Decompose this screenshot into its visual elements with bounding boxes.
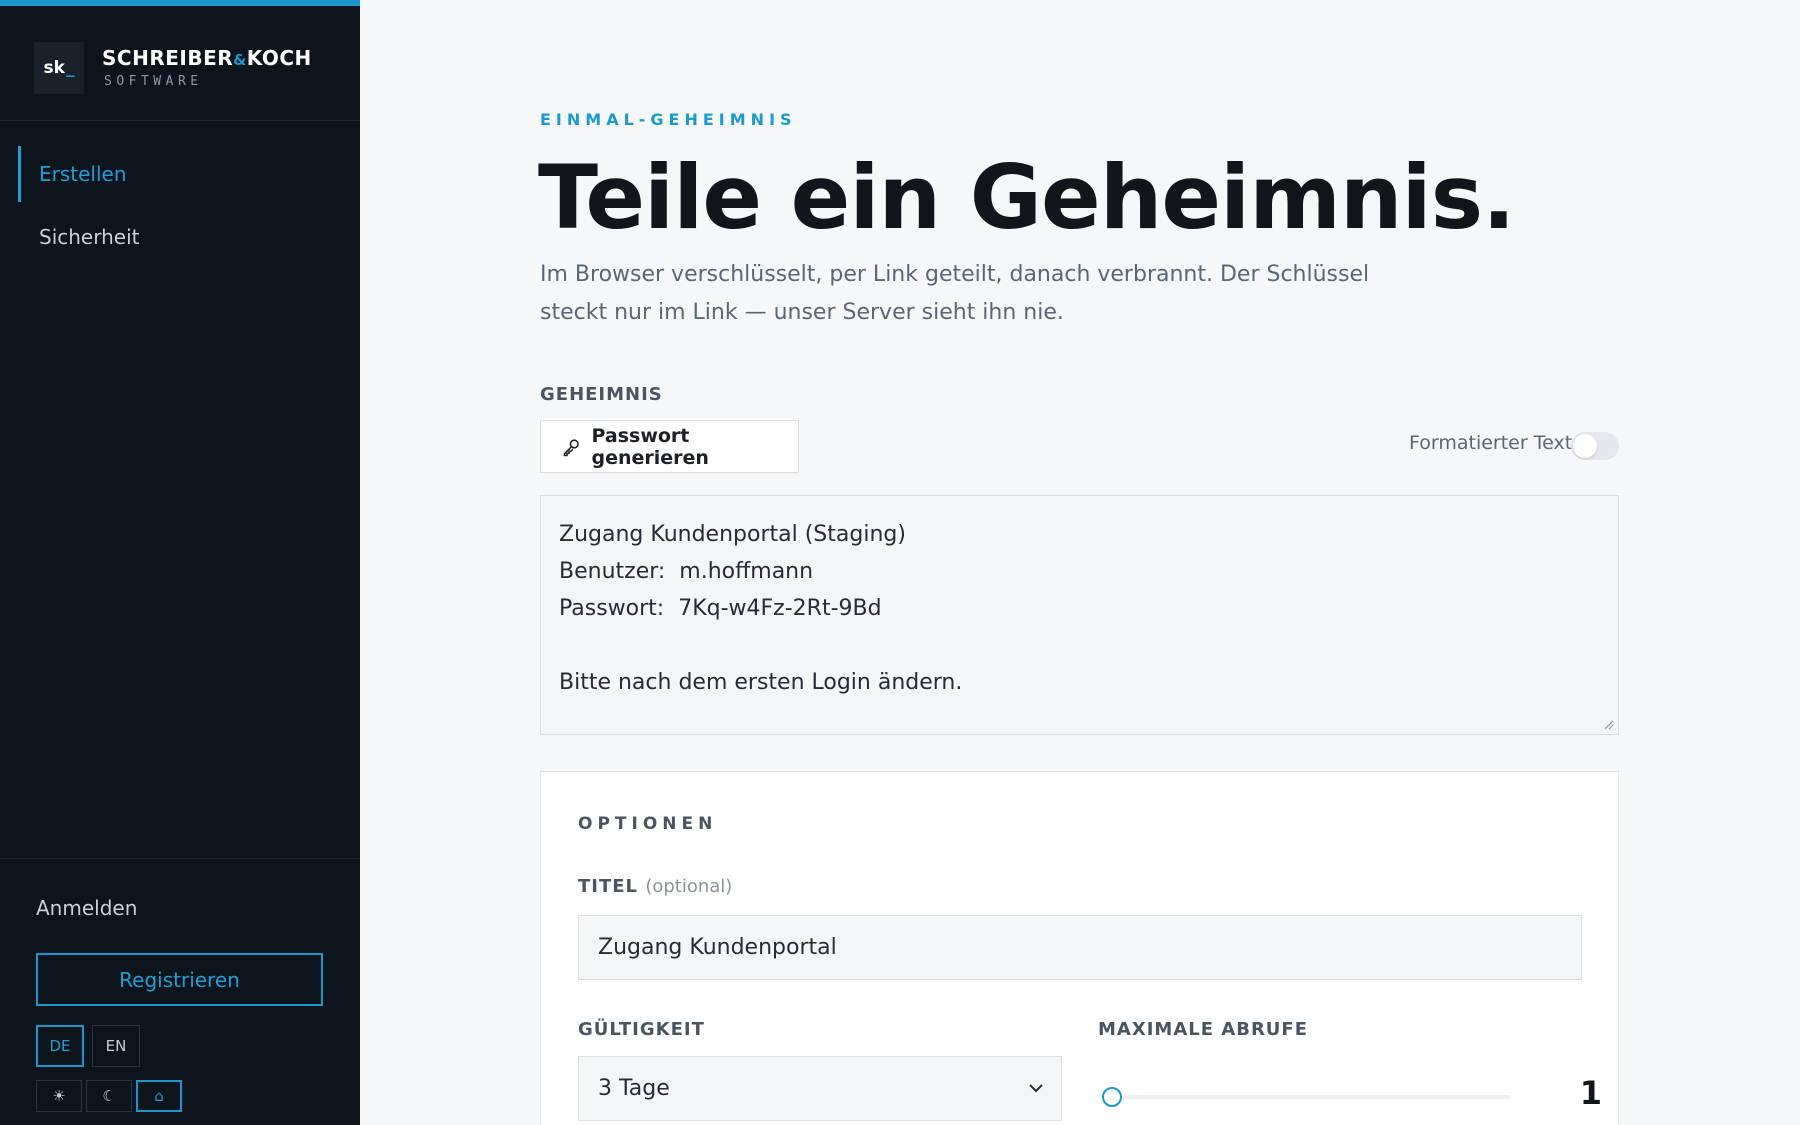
resize-handle-icon[interactable] (1602, 718, 1614, 730)
secret-textarea[interactable]: Zugang Kundenportal (Staging) Benutzer: … (540, 495, 1619, 735)
validity-label: GÜLTIGKEIT (578, 1019, 705, 1040)
formatted-text-toggle[interactable] (1571, 432, 1619, 460)
register-button[interactable]: Registrieren (36, 953, 323, 1006)
toggle-knob (1573, 434, 1597, 458)
eyebrow: EINMAL-GEHEIMNIS (540, 110, 797, 129)
title-field-label: TITEL (optional) (578, 876, 733, 897)
options-panel: OPTIONEN TITEL (optional) Zugang Kundenp… (540, 771, 1619, 1125)
max-views-slider[interactable] (1102, 1087, 1510, 1107)
secret-line: Zugang Kundenportal (Staging) (559, 522, 906, 547)
brand-subtitle: SOFTWARE (104, 74, 203, 89)
login-link[interactable]: Anmelden (36, 896, 137, 920)
secret-line (559, 627, 1600, 664)
sidebar-divider (0, 120, 360, 121)
page-title: Teile ein Geheimnis. (538, 146, 1516, 249)
validity-value: 3 Tage (598, 1076, 670, 1101)
language-en-button[interactable]: EN (92, 1025, 140, 1067)
generate-password-button[interactable]: Passwort generieren (540, 420, 799, 473)
secret-line: Bitte nach dem ersten Login ändern. (559, 670, 963, 695)
sidebar-divider (0, 858, 360, 859)
max-views-value: 1 (1579, 1074, 1602, 1112)
chevron-down-icon (1029, 1084, 1043, 1093)
secret-label: GEHEIMNIS (540, 384, 663, 405)
nav-item-erstellen[interactable]: Erstellen (18, 146, 338, 202)
formatted-text-label: Formatierter Text (1409, 432, 1573, 454)
brand-mark: sk _ (34, 42, 84, 94)
page-description: Im Browser verschlüsselt, per Link getei… (540, 262, 1370, 325)
sidebar: sk _ SCHREIBER&KOCH SOFTWARE Erstellen Si… (0, 0, 360, 1125)
secret-line: Passwort: 7Kq-w4Fz-2Rt-9Bd (559, 596, 882, 621)
options-title: OPTIONEN (578, 814, 718, 834)
home-icon[interactable]: ⌂ (136, 1080, 182, 1112)
title-input[interactable]: Zugang Kundenportal (578, 915, 1582, 980)
moon-icon[interactable]: ☾ (86, 1080, 132, 1112)
nav-item-sicherheit[interactable]: Sicherheit (18, 209, 338, 265)
sun-icon[interactable]: ☀ (36, 1080, 82, 1112)
key-icon (563, 438, 579, 456)
language-de-button[interactable]: DE (36, 1025, 84, 1067)
slider-thumb[interactable] (1102, 1087, 1122, 1107)
brand-name: SCHREIBER&KOCH (102, 46, 312, 70)
generate-password-label: Passwort generieren (591, 424, 709, 469)
max-views-label: MAXIMALE ABRUFE (1098, 1019, 1309, 1040)
validity-select[interactable]: 3 Tage (578, 1056, 1062, 1121)
brand-logo[interactable]: sk _ SCHREIBER&KOCH SOFTWARE (34, 40, 334, 96)
secret-line: Benutzer: m.hoffmann (559, 559, 814, 584)
